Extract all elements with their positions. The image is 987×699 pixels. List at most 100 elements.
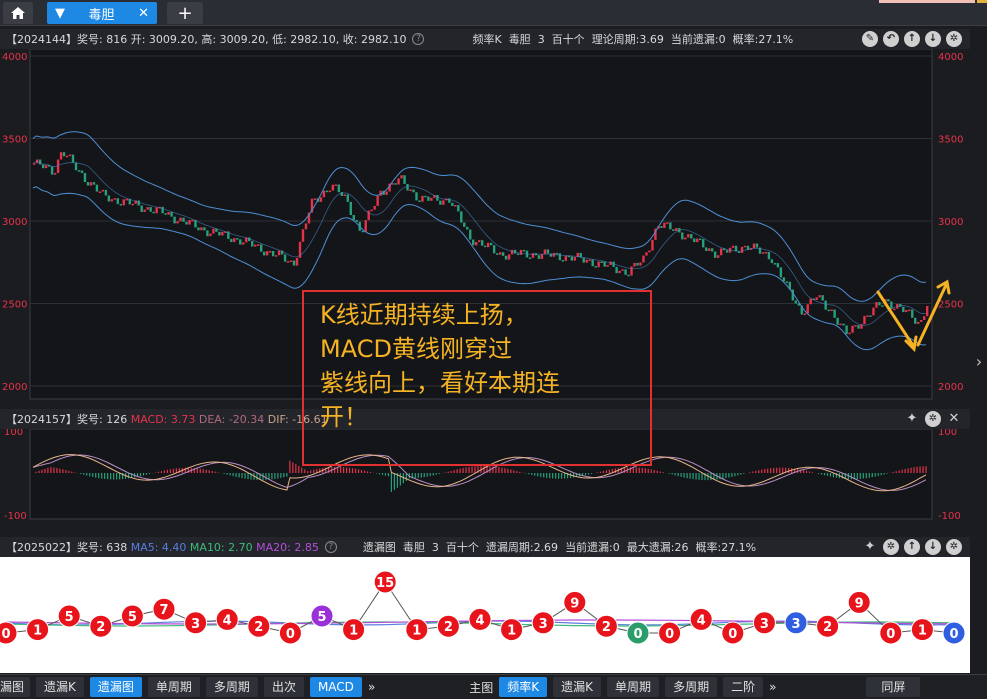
settings-icon[interactable]: ✲ (883, 539, 899, 555)
miss-ball-label: 3 (791, 617, 800, 632)
candle (361, 230, 364, 233)
candle (251, 241, 254, 247)
miss-ball-label: 4 (223, 613, 232, 628)
bottom-right-button-3[interactable]: 多周期 (665, 677, 718, 697)
candle (430, 197, 433, 201)
candle (585, 259, 588, 263)
candle (893, 308, 896, 311)
candle (489, 242, 493, 246)
candle (322, 190, 326, 198)
miss-range: 百十个 (445, 541, 479, 554)
bottom-tab-partial[interactable]: 漏图 (0, 677, 31, 697)
candle (546, 249, 550, 254)
candle (666, 222, 669, 224)
bottom-left-button-2[interactable]: 单周期 (147, 677, 200, 697)
candle (752, 243, 756, 249)
candle (693, 238, 696, 243)
close-icon[interactable]: ✕ (946, 411, 962, 427)
bottom-left-button-0[interactable]: 遗漏K (36, 677, 84, 697)
miss-chart: 0 1525 73 4 2 051151 2 41 392 0 0403 3 290 1 0 (0, 557, 970, 673)
candle (809, 298, 812, 305)
kline-tick-left: 3000 (2, 217, 27, 228)
dea-value: DEA: -20.34 (198, 412, 265, 426)
miss-ball-label: 1 (412, 624, 421, 639)
more-right-icon[interactable]: » (769, 680, 776, 694)
kline-high: 高: 3009.20, (201, 33, 269, 46)
candle (920, 320, 923, 322)
bottom-right-button-2[interactable]: 单周期 (607, 677, 660, 697)
candle (113, 198, 117, 200)
home-button[interactable] (3, 2, 33, 24)
candle (89, 182, 93, 186)
add-tab-button[interactable]: + (167, 2, 203, 24)
down-arrow-icon[interactable]: ↓ (925, 31, 941, 47)
candle (863, 316, 866, 325)
up-arrow-icon[interactable]: ↑ (904, 31, 920, 47)
close-icon[interactable]: ✕ (138, 6, 149, 21)
candle (197, 227, 200, 231)
undo-icon[interactable]: ↶ (883, 31, 899, 47)
bottom-left-button-1[interactable]: 遗漏图 (89, 677, 142, 697)
expand-right-icon[interactable]: › (972, 350, 986, 374)
candle (274, 255, 278, 257)
miss-ball-label: 0 (949, 627, 958, 642)
candle (699, 238, 702, 241)
candle (911, 309, 914, 318)
candle (684, 237, 687, 240)
candle (104, 189, 108, 196)
macd-tick-left: 100 (4, 429, 23, 438)
edit-icon[interactable]: ✎ (862, 31, 878, 47)
bottom-left-button-4[interactable]: 出次 (263, 677, 304, 697)
candle (851, 325, 854, 333)
settings-icon[interactable]: ✲ (946, 31, 962, 47)
up-arrow-icon[interactable]: ↑ (904, 539, 920, 555)
tab-dudan[interactable]: ▼ 毒胆 ✕ (47, 2, 157, 24)
settings-icon[interactable]: ✲ (946, 539, 962, 555)
candle (543, 249, 547, 255)
candle (469, 229, 472, 240)
candle (421, 195, 424, 202)
candle (283, 254, 287, 262)
bottom-left-button-5[interactable]: MACD (309, 677, 362, 697)
candle (50, 166, 54, 175)
annotation-line-1: K线近期持续上扬， (320, 301, 528, 329)
candle (495, 253, 499, 255)
candle (570, 256, 573, 261)
ma20-value: MA20: 2.85 (256, 540, 319, 554)
candle (785, 281, 789, 283)
kline-close: 收: 2982.10 (342, 33, 407, 46)
candle (116, 198, 120, 205)
candle (743, 245, 747, 248)
help-icon[interactable]: ? (324, 541, 337, 553)
miss-period: 【2025022】奖号: 638 (6, 541, 128, 554)
kline-tick-right: 2500 (938, 300, 963, 311)
candle (824, 300, 827, 310)
candle (286, 261, 290, 263)
sync-screen-button[interactable]: 同屏 (866, 677, 921, 697)
settings-icon[interactable]: ✲ (925, 411, 941, 427)
candle (364, 220, 367, 232)
pin-icon[interactable]: ✦ (904, 411, 920, 427)
kline-miss: 当前遗漏:0 (670, 33, 726, 46)
candle (540, 254, 544, 259)
bottom-right-button-1[interactable]: 遗漏K (553, 677, 602, 697)
more-left-icon[interactable]: » (368, 680, 375, 694)
tab-caret-icon: ▼ (55, 5, 65, 21)
help-icon[interactable]: ? (412, 33, 425, 45)
bottom-right-button-4[interactable]: 二阶 (723, 677, 764, 697)
pin-icon[interactable]: ✦ (862, 539, 878, 555)
candle (289, 260, 293, 262)
candle (167, 212, 170, 215)
bottom-right-group: 频率K 遗漏K 单周期 多周期 二阶 (499, 677, 769, 697)
candle (254, 244, 257, 247)
candle (71, 154, 75, 163)
candle (603, 261, 606, 267)
kline-period: 【2024144】奖号: 816 (6, 33, 128, 46)
bottom-left-button-3[interactable]: 多周期 (205, 677, 258, 697)
candle (872, 307, 875, 316)
kline-num: 3 (537, 32, 545, 46)
candle (230, 238, 233, 243)
bottom-right-button-0[interactable]: 频率K (499, 677, 548, 697)
down-arrow-icon[interactable]: ↓ (925, 539, 941, 555)
candle (343, 194, 347, 197)
